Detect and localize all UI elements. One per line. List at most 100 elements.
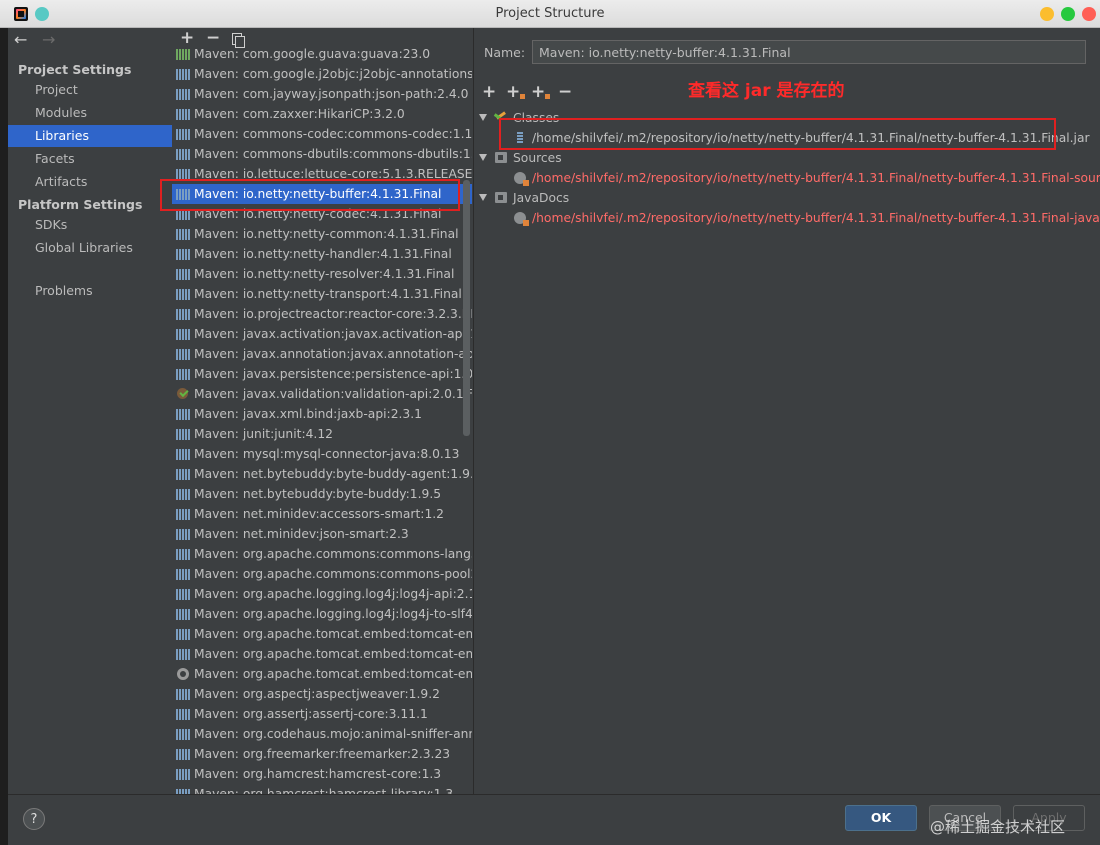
maven-library-icon: [176, 369, 190, 380]
sources-folder-icon: [495, 152, 507, 163]
library-item-label: Maven: org.codehaus.mojo:animal-sniffer-…: [194, 727, 472, 741]
library-item[interactable]: Maven: org.hamcrest:hamcrest-library:1.3: [172, 784, 472, 794]
library-item-label: Maven: net.bytebuddy:byte-buddy-agent:1.…: [194, 467, 472, 481]
library-item-label: Maven: javax.validation:validation-api:2…: [194, 387, 472, 401]
remove-root-icon[interactable]: −: [558, 82, 572, 102]
library-item-label: Maven: junit:junit:4.12: [194, 427, 333, 441]
maximize-button[interactable]: [1061, 7, 1075, 21]
maven-library-icon: [176, 649, 190, 660]
library-item-label: Maven: io.netty:netty-transport:4.1.31.F…: [194, 287, 462, 301]
help-button[interactable]: ?: [23, 808, 45, 830]
library-item[interactable]: Maven: javax.activation:javax.activation…: [172, 324, 472, 344]
library-name-field[interactable]: [532, 40, 1086, 64]
sources-path-row[interactable]: /home/shilvfei/.m2/repository/io/netty/n…: [474, 168, 1100, 188]
library-item-label: Maven: io.netty:netty-resolver:4.1.31.Fi…: [194, 267, 455, 281]
library-item[interactable]: Maven: net.bytebuddy:byte-buddy:1.9.5: [172, 484, 472, 504]
library-item[interactable]: Maven: com.google.j2objc:j2objc-annotati…: [172, 64, 472, 84]
library-item[interactable]: Maven: org.apache.logging.log4j:log4j-to…: [172, 604, 472, 624]
library-item[interactable]: Maven: org.apache.logging.log4j:log4j-ap…: [172, 584, 472, 604]
expand-triangle-icon[interactable]: [479, 154, 487, 161]
library-list-scrollbar[interactable]: [463, 180, 470, 436]
library-item[interactable]: Maven: com.jayway.jsonpath:json-path:2.4…: [172, 84, 472, 104]
sidebar-item-libraries[interactable]: Libraries: [8, 125, 172, 147]
library-item[interactable]: Maven: commons-codec:commons-codec:1.11: [172, 124, 472, 144]
library-item-label: Maven: org.apache.tomcat.embed:tomcat-em…: [194, 647, 472, 661]
library-item[interactable]: Maven: mysql:mysql-connector-java:8.0.13: [172, 444, 472, 464]
library-item-label: Maven: org.freemarker:freemarker:2.3.23: [194, 747, 451, 761]
library-item[interactable]: Maven: org.apache.tomcat.embed:tomcat-em…: [172, 624, 472, 644]
library-item[interactable]: Maven: javax.xml.bind:jaxb-api:2.3.1: [172, 404, 472, 424]
watermark-text: @稀土掘金技术社区: [930, 818, 1066, 836]
library-item[interactable]: Maven: org.assertj:assertj-core:3.11.1: [172, 704, 472, 724]
maven-library-icon: [176, 349, 190, 360]
highlight-box-selected-library: [160, 179, 460, 211]
library-item[interactable]: Maven: org.aspectj:aspectjweaver:1.9.2: [172, 684, 472, 704]
library-item-label: Maven: net.bytebuddy:byte-buddy:1.9.5: [194, 487, 442, 501]
expand-triangle-icon[interactable]: [479, 114, 487, 121]
minimize-button[interactable]: [1040, 7, 1054, 21]
add-alternative-root-icon[interactable]: +: [506, 82, 526, 102]
library-item-label: Maven: mysql:mysql-connector-java:8.0.13: [194, 447, 460, 461]
library-item-label: Maven: javax.xml.bind:jaxb-api:2.3.1: [194, 407, 422, 421]
maven-library-icon: [176, 249, 190, 260]
library-item-label: Maven: org.apache.logging.log4j:log4j-to…: [194, 607, 472, 621]
expand-triangle-icon[interactable]: [479, 194, 487, 201]
library-item[interactable]: Maven: javax.validation:validation-api:2…: [172, 384, 472, 404]
back-arrow-icon[interactable]: ←: [14, 30, 27, 49]
library-item[interactable]: Maven: org.codehaus.mojo:animal-sniffer-…: [172, 724, 472, 744]
missing-file-globe-icon: [514, 212, 529, 226]
library-item[interactable]: Maven: net.minidev:json-smart:2.3: [172, 524, 472, 544]
sources-node[interactable]: Sources: [474, 148, 1100, 168]
sidebar-item-problems[interactable]: Problems: [8, 280, 172, 302]
library-item[interactable]: Maven: io.netty:netty-handler:4.1.31.Fin…: [172, 244, 472, 264]
library-item[interactable]: Maven: net.minidev:accessors-smart:1.2: [172, 504, 472, 524]
library-item[interactable]: Maven: com.zaxxer:HikariCP:3.2.0: [172, 104, 472, 124]
library-item[interactable]: Maven: javax.annotation:javax.annotation…: [172, 344, 472, 364]
library-item[interactable]: Maven: io.netty:netty-common:4.1.31.Fina…: [172, 224, 472, 244]
maven-library-icon: [176, 89, 190, 100]
sidebar-item-facets[interactable]: Facets: [8, 148, 172, 170]
maven-library-icon: [176, 109, 190, 120]
sidebar-item-global-libraries[interactable]: Global Libraries: [8, 237, 172, 259]
library-item[interactable]: Maven: org.apache.tomcat.embed:tomcat-em…: [172, 664, 472, 684]
library-item[interactable]: Maven: org.apache.tomcat.embed:tomcat-em…: [172, 644, 472, 664]
ok-button[interactable]: OK: [845, 805, 917, 831]
forward-arrow-icon[interactable]: →: [42, 30, 55, 49]
maven-library-icon: [176, 329, 190, 340]
javadocs-folder-icon: [495, 192, 507, 203]
library-item[interactable]: Maven: org.apache.commons:commons-lang3:…: [172, 544, 472, 564]
library-item-label: Maven: javax.annotation:javax.annotation…: [194, 347, 472, 361]
library-item[interactable]: Maven: org.freemarker:freemarker:2.3.23: [172, 744, 472, 764]
library-item[interactable]: Maven: javax.persistence:persistence-api…: [172, 364, 472, 384]
library-leaf-icon: [176, 388, 190, 400]
library-item-label: Maven: net.minidev:json-smart:2.3: [194, 527, 409, 541]
library-item-label: Maven: com.zaxxer:HikariCP:3.2.0: [194, 107, 405, 121]
library-item[interactable]: Maven: io.netty:netty-transport:4.1.31.F…: [172, 284, 472, 304]
close-button[interactable]: [1082, 7, 1096, 21]
library-item[interactable]: Maven: com.google.guava:guava:23.0: [172, 44, 472, 64]
sidebar-item-sdks[interactable]: SDKs: [8, 214, 172, 236]
javadocs-path-row[interactable]: /home/shilvfei/.m2/repository/io/netty/n…: [474, 208, 1100, 228]
library-item[interactable]: Maven: org.hamcrest:hamcrest-core:1.3: [172, 764, 472, 784]
maven-library-icon: [176, 589, 190, 600]
maven-library-icon: [176, 549, 190, 560]
maven-library-icon: [176, 69, 190, 80]
library-item[interactable]: Maven: io.netty:netty-resolver:4.1.31.Fi…: [172, 264, 472, 284]
library-item[interactable]: Maven: commons-dbutils:commons-dbutils:1…: [172, 144, 472, 164]
sidebar-item-modules[interactable]: Modules: [8, 102, 172, 124]
library-item-label: Maven: org.assertj:assertj-core:3.11.1: [194, 707, 428, 721]
library-item[interactable]: Maven: io.projectreactor:reactor-core:3.…: [172, 304, 472, 324]
library-item-label: Maven: org.hamcrest:hamcrest-core:1.3: [194, 767, 442, 781]
library-item[interactable]: Maven: junit:junit:4.12: [172, 424, 472, 444]
sidebar-item-project[interactable]: Project: [8, 79, 172, 101]
library-list[interactable]: Maven: com.google.guava:guava:23.0 Maven:…: [172, 44, 472, 794]
add-url-root-icon[interactable]: +: [531, 82, 551, 102]
add-root-icon[interactable]: +: [482, 82, 496, 102]
library-item-label: Maven: com.google.j2objc:j2objc-annotati…: [194, 67, 472, 81]
javadocs-label: JavaDocs: [513, 191, 570, 205]
library-item[interactable]: Maven: net.bytebuddy:byte-buddy-agent:1.…: [172, 464, 472, 484]
sidebar-item-artifacts[interactable]: Artifacts: [8, 171, 172, 193]
library-item-label: Maven: org.apache.logging.log4j:log4j-ap…: [194, 587, 472, 601]
library-item[interactable]: Maven: org.apache.commons:commons-pool2:…: [172, 564, 472, 584]
javadocs-node[interactable]: JavaDocs: [474, 188, 1100, 208]
